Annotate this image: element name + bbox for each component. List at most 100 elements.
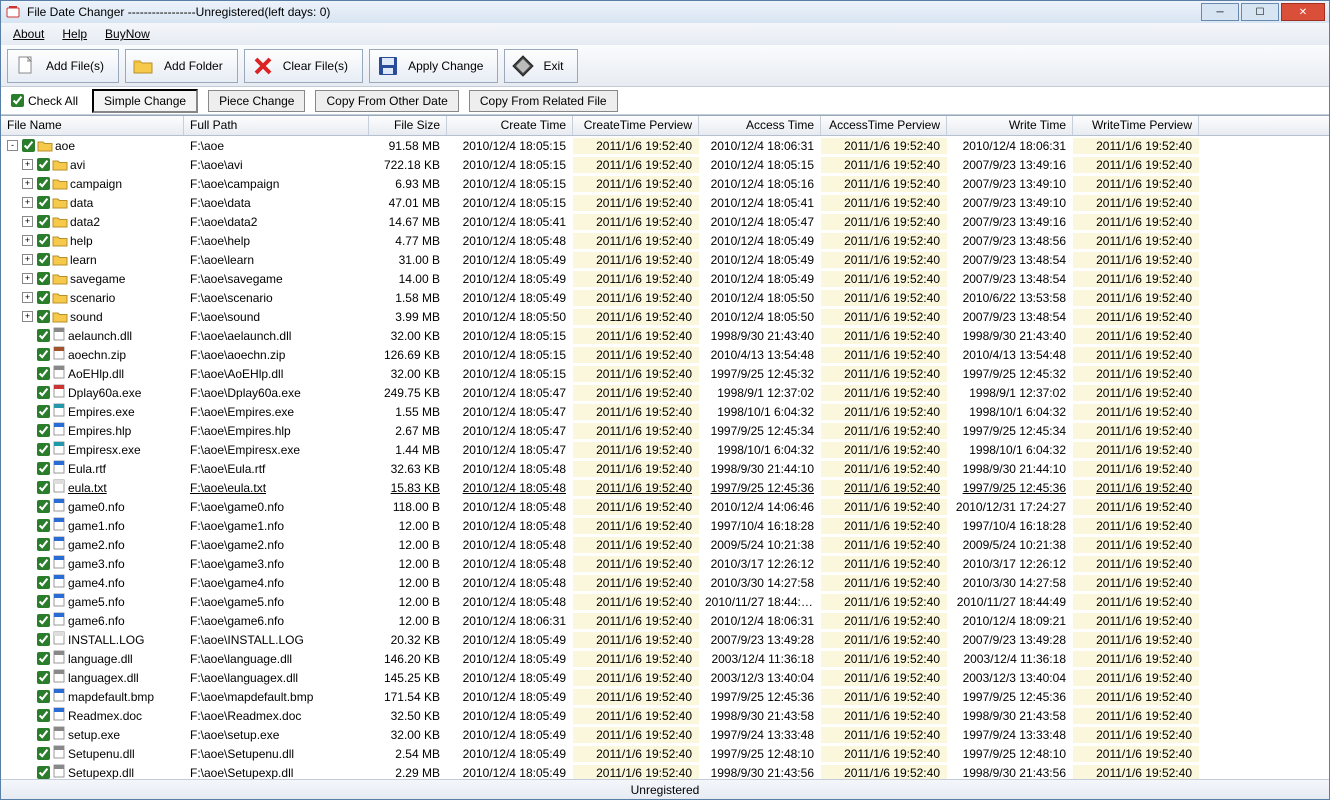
row-checkbox[interactable]	[37, 234, 50, 247]
row-checkbox[interactable]	[37, 652, 50, 665]
row-checkbox[interactable]	[37, 747, 50, 760]
table-row[interactable]: +data2F:\aoe\data214.67 MB2010/12/4 18:0…	[1, 212, 1329, 231]
row-checkbox[interactable]	[37, 538, 50, 551]
menu-about[interactable]: About	[5, 25, 52, 43]
col-file-name[interactable]: File Name	[1, 116, 184, 135]
row-checkbox[interactable]	[37, 595, 50, 608]
table-row[interactable]: game1.nfoF:\aoe\game1.nfo12.00 B2010/12/…	[1, 516, 1329, 535]
col-file-size[interactable]: File Size	[369, 116, 447, 135]
maximize-button[interactable]: ☐	[1241, 3, 1279, 21]
tree-toggle[interactable]: +	[22, 311, 33, 322]
table-row[interactable]: aelaunch.dllF:\aoe\aelaunch.dll32.00 KB2…	[1, 326, 1329, 345]
row-checkbox[interactable]	[37, 671, 50, 684]
table-row[interactable]: AoEHlp.dllF:\aoe\AoEHlp.dll32.00 KB2010/…	[1, 364, 1329, 383]
table-row[interactable]: game5.nfoF:\aoe\game5.nfo12.00 B2010/12/…	[1, 592, 1329, 611]
table-row[interactable]: mapdefault.bmpF:\aoe\mapdefault.bmp171.5…	[1, 687, 1329, 706]
close-button[interactable]: ✕	[1281, 3, 1325, 21]
table-row[interactable]: Empires.hlpF:\aoe\Empires.hlp2.67 MB2010…	[1, 421, 1329, 440]
add-files-button[interactable]: Add File(s)	[7, 49, 119, 83]
tree-toggle[interactable]: +	[22, 159, 33, 170]
tree-toggle[interactable]: +	[22, 235, 33, 246]
table-row[interactable]: +helpF:\aoe\help4.77 MB2010/12/4 18:05:4…	[1, 231, 1329, 250]
row-checkbox[interactable]	[37, 443, 50, 456]
table-row[interactable]: Setupexp.dllF:\aoe\Setupexp.dll2.29 MB20…	[1, 763, 1329, 779]
table-row[interactable]: game0.nfoF:\aoe\game0.nfo118.00 B2010/12…	[1, 497, 1329, 516]
add-folder-button[interactable]: Add Folder	[125, 49, 238, 83]
check-all-checkbox[interactable]	[11, 94, 24, 107]
row-checkbox[interactable]	[37, 766, 50, 779]
minimize-button[interactable]: ─	[1201, 3, 1239, 21]
row-checkbox[interactable]	[37, 291, 50, 304]
row-checkbox[interactable]	[37, 386, 50, 399]
row-checkbox[interactable]	[37, 348, 50, 361]
row-checkbox[interactable]	[37, 576, 50, 589]
row-checkbox[interactable]	[37, 728, 50, 741]
table-row[interactable]: game6.nfoF:\aoe\game6.nfo12.00 B2010/12/…	[1, 611, 1329, 630]
table-row[interactable]: +dataF:\aoe\data47.01 MB2010/12/4 18:05:…	[1, 193, 1329, 212]
table-row[interactable]: setup.exeF:\aoe\setup.exe32.00 KB2010/12…	[1, 725, 1329, 744]
table-row[interactable]: game4.nfoF:\aoe\game4.nfo12.00 B2010/12/…	[1, 573, 1329, 592]
row-checkbox[interactable]	[37, 614, 50, 627]
row-checkbox[interactable]	[37, 272, 50, 285]
row-checkbox[interactable]	[37, 519, 50, 532]
table-row[interactable]: game3.nfoF:\aoe\game3.nfo12.00 B2010/12/…	[1, 554, 1329, 573]
col-create-prev[interactable]: CreateTime Perview	[573, 116, 699, 135]
tab-simple-change[interactable]: Simple Change	[92, 89, 198, 113]
tab-copy-other[interactable]: Copy From Other Date	[315, 90, 458, 112]
table-row[interactable]: +soundF:\aoe\sound3.99 MB2010/12/4 18:05…	[1, 307, 1329, 326]
table-row[interactable]: eula.txtF:\aoe\eula.txt15.83 KB2010/12/4…	[1, 478, 1329, 497]
clear-files-button[interactable]: Clear File(s)	[244, 49, 363, 83]
tree-toggle[interactable]: +	[22, 254, 33, 265]
row-checkbox[interactable]	[37, 310, 50, 323]
table-row[interactable]: +learnF:\aoe\learn31.00 B2010/12/4 18:05…	[1, 250, 1329, 269]
table-row[interactable]: Dplay60a.exeF:\aoe\Dplay60a.exe249.75 KB…	[1, 383, 1329, 402]
tree-toggle[interactable]: +	[22, 178, 33, 189]
row-checkbox[interactable]	[22, 139, 35, 152]
tree-toggle[interactable]: -	[7, 140, 18, 151]
row-checkbox[interactable]	[37, 215, 50, 228]
exit-button[interactable]: Exit	[504, 49, 578, 83]
row-checkbox[interactable]	[37, 177, 50, 190]
row-checkbox[interactable]	[37, 557, 50, 570]
table-row[interactable]: -aoeF:\aoe91.58 MB2010/12/4 18:05:152011…	[1, 136, 1329, 155]
titlebar[interactable]: File Date Changer -----------------Unreg…	[1, 1, 1329, 23]
col-create-time[interactable]: Create Time	[447, 116, 573, 135]
row-checkbox[interactable]	[37, 690, 50, 703]
row-checkbox[interactable]	[37, 481, 50, 494]
tree-toggle[interactable]: +	[22, 273, 33, 284]
table-row[interactable]: +aviF:\aoe\avi722.18 KB2010/12/4 18:05:1…	[1, 155, 1329, 174]
grid-body[interactable]: -aoeF:\aoe91.58 MB2010/12/4 18:05:152011…	[1, 136, 1329, 779]
tab-piece-change[interactable]: Piece Change	[208, 90, 305, 112]
table-row[interactable]: INSTALL.LOGF:\aoe\INSTALL.LOG20.32 KB201…	[1, 630, 1329, 649]
table-row[interactable]: languagex.dllF:\aoe\languagex.dll145.25 …	[1, 668, 1329, 687]
tree-toggle[interactable]: +	[22, 216, 33, 227]
row-checkbox[interactable]	[37, 253, 50, 266]
table-row[interactable]: +savegameF:\aoe\savegame14.00 B2010/12/4…	[1, 269, 1329, 288]
check-all[interactable]: Check All	[7, 92, 82, 110]
table-row[interactable]: Empiresx.exeF:\aoe\Empiresx.exe1.44 MB20…	[1, 440, 1329, 459]
col-access-time[interactable]: Access Time	[699, 116, 821, 135]
row-checkbox[interactable]	[37, 367, 50, 380]
menu-help[interactable]: Help	[54, 25, 95, 43]
col-full-path[interactable]: Full Path	[184, 116, 369, 135]
table-row[interactable]: Readmex.docF:\aoe\Readmex.doc32.50 KB201…	[1, 706, 1329, 725]
table-row[interactable]: Empires.exeF:\aoe\Empires.exe1.55 MB2010…	[1, 402, 1329, 421]
table-row[interactable]: aoechn.zipF:\aoe\aoechn.zip126.69 KB2010…	[1, 345, 1329, 364]
menu-buynow[interactable]: BuyNow	[97, 25, 158, 43]
row-checkbox[interactable]	[37, 424, 50, 437]
table-row[interactable]: Setupenu.dllF:\aoe\Setupenu.dll2.54 MB20…	[1, 744, 1329, 763]
table-row[interactable]: +campaignF:\aoe\campaign6.93 MB2010/12/4…	[1, 174, 1329, 193]
apply-change-button[interactable]: Apply Change	[369, 49, 498, 83]
col-access-prev[interactable]: AccessTime Perview	[821, 116, 947, 135]
row-checkbox[interactable]	[37, 329, 50, 342]
row-checkbox[interactable]	[37, 500, 50, 513]
table-row[interactable]: Eula.rtfF:\aoe\Eula.rtf32.63 KB2010/12/4…	[1, 459, 1329, 478]
row-checkbox[interactable]	[37, 633, 50, 646]
tab-copy-related[interactable]: Copy From Related File	[469, 90, 618, 112]
table-row[interactable]: game2.nfoF:\aoe\game2.nfo12.00 B2010/12/…	[1, 535, 1329, 554]
row-checkbox[interactable]	[37, 709, 50, 722]
row-checkbox[interactable]	[37, 196, 50, 209]
col-write-prev[interactable]: WriteTime Perview	[1073, 116, 1199, 135]
table-row[interactable]: +scenarioF:\aoe\scenario1.58 MB2010/12/4…	[1, 288, 1329, 307]
table-row[interactable]: language.dllF:\aoe\language.dll146.20 KB…	[1, 649, 1329, 668]
